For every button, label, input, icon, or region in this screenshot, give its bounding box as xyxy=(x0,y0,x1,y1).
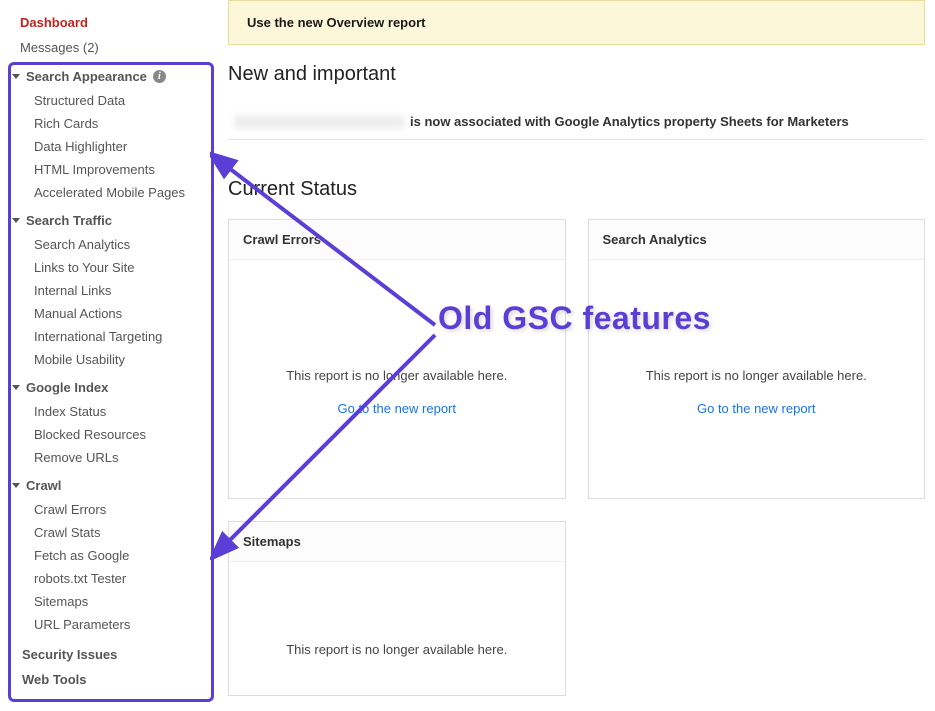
nav-crawl-stats[interactable]: Crawl Stats xyxy=(12,521,218,544)
nav-fetch-as-google[interactable]: Fetch as Google xyxy=(12,544,218,567)
card-header: Crawl Errors xyxy=(229,220,565,260)
main-content: Use the new Overview report New and impo… xyxy=(218,0,935,711)
go-to-new-report-link[interactable]: Go to the new report xyxy=(697,401,816,416)
nav-html-improvements[interactable]: HTML Improvements xyxy=(12,158,218,181)
nav-header-label: Google Index xyxy=(26,380,108,395)
nav-index-status[interactable]: Index Status xyxy=(12,400,218,423)
notice-text: is now associated with Google Analytics … xyxy=(410,114,849,129)
nav-links-to-site[interactable]: Links to Your Site xyxy=(12,256,218,279)
unavailable-text: This report is no longer available here. xyxy=(249,368,545,383)
sidebar: Dashboard Messages (2) Search Appearance… xyxy=(0,0,218,711)
nav-mobile-usability[interactable]: Mobile Usability xyxy=(12,348,218,371)
nav-web-tools[interactable]: Web Tools xyxy=(12,667,218,692)
caret-down-icon xyxy=(12,74,20,79)
nav-security-issues[interactable]: Security Issues xyxy=(12,642,218,667)
nav-robots-tester[interactable]: robots.txt Tester xyxy=(12,567,218,590)
redacted-url xyxy=(234,115,404,129)
card-header: Sitemaps xyxy=(229,522,565,562)
nav-url-parameters[interactable]: URL Parameters xyxy=(12,613,218,636)
status-grid: Crawl Errors This report is no longer av… xyxy=(228,219,925,499)
nav-structured-data[interactable]: Structured Data xyxy=(12,89,218,112)
caret-down-icon xyxy=(12,218,20,223)
card-header: Search Analytics xyxy=(589,220,925,260)
card-sitemaps: Sitemaps This report is no longer availa… xyxy=(228,521,566,696)
nav-search-analytics[interactable]: Search Analytics xyxy=(12,233,218,256)
nav-header-google-index[interactable]: Google Index xyxy=(12,375,218,400)
nav-header-crawl[interactable]: Crawl xyxy=(12,473,218,498)
overview-banner: Use the new Overview report xyxy=(228,0,925,45)
card-crawl-errors: Crawl Errors This report is no longer av… xyxy=(228,219,566,499)
nav-section-search-traffic: Search Traffic Search Analytics Links to… xyxy=(12,208,218,371)
nav-sitemaps[interactable]: Sitemaps xyxy=(12,590,218,613)
nav-section-google-index: Google Index Index Status Blocked Resour… xyxy=(12,375,218,469)
info-icon[interactable]: i xyxy=(153,70,166,83)
card-body: This report is no longer available here.… xyxy=(229,260,565,436)
nav-remove-urls[interactable]: Remove URLs xyxy=(12,446,218,469)
nav-amp[interactable]: Accelerated Mobile Pages xyxy=(12,181,218,204)
overview-banner-link[interactable]: Use the new Overview report xyxy=(247,15,425,30)
nav-section-search-appearance: Search Appearance i Structured Data Rich… xyxy=(12,64,218,204)
new-important-title: New and important xyxy=(228,63,925,86)
nav-data-highlighter[interactable]: Data Highlighter xyxy=(12,135,218,158)
nav-rich-cards[interactable]: Rich Cards xyxy=(12,112,218,135)
card-body: This report is no longer available here.… xyxy=(589,260,925,436)
nav-section-crawl: Crawl Crawl Errors Crawl Stats Fetch as … xyxy=(12,473,218,636)
nav-header-label: Search Appearance xyxy=(26,69,147,84)
caret-down-icon xyxy=(12,483,20,488)
nav-header-label: Search Traffic xyxy=(26,213,112,228)
nav-dashboard[interactable]: Dashboard xyxy=(12,10,218,35)
current-status-title: Current Status xyxy=(228,178,925,201)
unavailable-text: This report is no longer available here. xyxy=(249,642,545,657)
nav-messages[interactable]: Messages (2) xyxy=(12,35,218,60)
nav-manual-actions[interactable]: Manual Actions xyxy=(12,302,218,325)
nav-intl-targeting[interactable]: International Targeting xyxy=(12,325,218,348)
nav-blocked-resources[interactable]: Blocked Resources xyxy=(12,423,218,446)
notice-row[interactable]: is now associated with Google Analytics … xyxy=(228,104,925,140)
nav-internal-links[interactable]: Internal Links xyxy=(12,279,218,302)
card-body: This report is no longer available here. xyxy=(229,562,565,695)
nav-header-label: Crawl xyxy=(26,478,61,493)
nav-header-search-traffic[interactable]: Search Traffic xyxy=(12,208,218,233)
caret-down-icon xyxy=(12,385,20,390)
nav-crawl-errors[interactable]: Crawl Errors xyxy=(12,498,218,521)
go-to-new-report-link[interactable]: Go to the new report xyxy=(337,401,456,416)
card-search-analytics: Search Analytics This report is no longe… xyxy=(588,219,926,499)
nav-header-search-appearance[interactable]: Search Appearance i xyxy=(12,64,218,89)
unavailable-text: This report is no longer available here. xyxy=(609,368,905,383)
